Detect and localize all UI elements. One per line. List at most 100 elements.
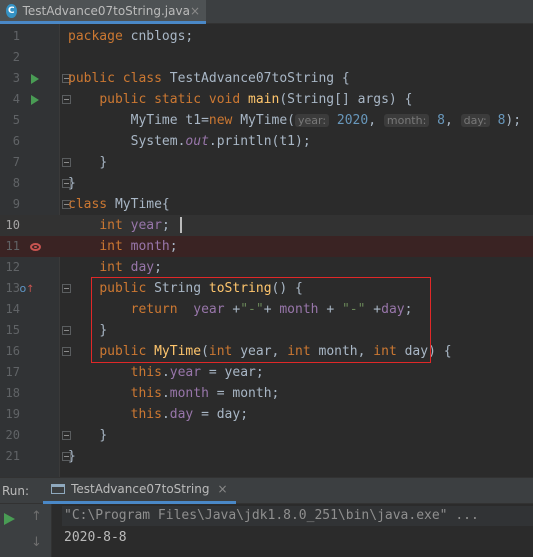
line-number: 2 <box>12 50 20 64</box>
code-token: . <box>161 365 170 380</box>
run-label: Run: <box>2 483 30 498</box>
close-run-tab-icon[interactable]: × <box>217 482 227 496</box>
code-line-21: 21 } <box>0 446 533 467</box>
param-hint: day: <box>460 114 490 127</box>
code-line-3: 3 public class TestAdvance07toString { <box>0 68 533 89</box>
editor-tab-bar: C TestAdvance07toString.java × <box>0 0 533 24</box>
code-line-10: 10 int year; <box>0 215 533 236</box>
console-panel: ↑ ↓ "C:\Program Files\Java\jdk1.8.0_251\… <box>0 504 533 557</box>
file-tab[interactable]: C TestAdvance07toString.java × <box>0 0 206 24</box>
code-line-20: 20 } <box>0 425 533 446</box>
arrow-down-icon[interactable]: ↓ <box>31 535 42 550</box>
console-toolbar: ↑ ↓ <box>0 504 52 557</box>
line-number: 10 <box>5 218 20 232</box>
code-editor[interactable]: 1 package cnblogs; 2 3 public class Test… <box>0 24 533 477</box>
line-number: 17 <box>5 365 20 379</box>
code-token: , <box>444 113 461 128</box>
code-token: class <box>68 197 108 212</box>
line-number: 21 <box>5 449 20 463</box>
code-token: this <box>130 365 162 380</box>
line-number: 18 <box>5 386 20 400</box>
code-token: month <box>130 239 170 254</box>
code-token: main <box>248 92 280 107</box>
line-number: 14 <box>5 302 20 316</box>
param-hint: month: <box>383 114 430 127</box>
code-token: day <box>130 260 155 275</box>
code-token: MyTime( <box>232 113 296 128</box>
line-number: 4 <box>12 92 20 106</box>
arrow-up-icon[interactable]: ↑ <box>31 509 42 524</box>
code-token: .println(t1); <box>208 134 311 149</box>
console-icon <box>51 484 66 494</box>
code-token: package <box>68 29 123 44</box>
run-config-tab[interactable]: TestAdvance07toString × <box>43 477 236 504</box>
code-line-17: 17 this.year = year; <box>0 362 533 383</box>
code-line-1: 1 package cnblogs; <box>0 26 533 47</box>
breakpoint-icon[interactable] <box>28 236 42 257</box>
code-token: . <box>161 386 170 401</box>
run-tool-window-header: Run: TestAdvance07toString × <box>0 477 533 504</box>
line-number: 3 <box>12 71 20 85</box>
line-number: 8 <box>12 176 20 190</box>
line-number: 13 <box>5 281 20 295</box>
line-number: 11 <box>5 239 20 253</box>
code-line-18: 18 this.month = month; <box>0 383 533 404</box>
code-line-8: 8 } <box>0 173 533 194</box>
rerun-icon[interactable] <box>4 513 15 525</box>
code-token: out <box>185 134 209 149</box>
file-tab-title: TestAdvance07toString.java <box>22 3 190 18</box>
line-number: 1 <box>12 29 20 43</box>
code-token: ); <box>505 113 522 128</box>
code-token: int <box>99 260 123 275</box>
code-token: (String[] args) { <box>279 92 413 107</box>
code-token: public static void <box>99 92 241 107</box>
line-number: 9 <box>12 197 20 211</box>
line-number: 15 <box>5 323 20 337</box>
code-line-12: 12 int day; <box>0 257 533 278</box>
code-token: year <box>169 365 202 380</box>
run-config-tab-label: TestAdvance07toString <box>71 482 210 496</box>
console-output-line: 2020-8-8 <box>64 530 127 545</box>
code-line-19: 19 this.day = day; <box>0 404 533 425</box>
code-token: public class <box>68 71 162 86</box>
code-token: } <box>68 449 76 464</box>
run-icon[interactable] <box>28 89 42 110</box>
code-token: = day; <box>193 407 249 422</box>
code-line-7: 7 } <box>0 152 533 173</box>
param-hint: year: <box>295 114 330 127</box>
java-class-icon: C <box>6 3 17 18</box>
code-token: ; <box>161 218 170 233</box>
code-token: } <box>99 155 108 170</box>
code-token: this <box>130 386 162 401</box>
line-number: 7 <box>12 155 20 169</box>
code-token: new <box>208 113 233 128</box>
console-command-line[interactable]: "C:\Program Files\Java\jdk1.8.0_251\bin\… <box>62 506 533 526</box>
code-line-11: 11 int month; <box>0 236 533 257</box>
code-token: month <box>169 386 209 401</box>
code-token: MyTime t1= <box>130 113 209 128</box>
close-tab-icon[interactable]: × <box>190 4 200 18</box>
code-token: int <box>99 218 123 233</box>
text-caret <box>180 217 182 233</box>
code-token: cnblogs; <box>122 29 194 44</box>
code-token: . <box>161 407 170 422</box>
code-token: = month; <box>208 386 280 401</box>
highlight-box <box>91 277 431 363</box>
code-token: 2020 <box>336 113 369 128</box>
line-number: 19 <box>5 407 20 421</box>
line-number: 20 <box>5 428 20 442</box>
code-token: ; <box>169 239 178 254</box>
code-line-6: 6 System.out.println(t1); <box>0 131 533 152</box>
code-token: 8 <box>437 113 445 128</box>
code-token: } <box>68 176 76 191</box>
code-token: MyTime{ <box>107 197 170 212</box>
line-number: 5 <box>12 113 20 127</box>
override-icon[interactable]: o↑ <box>19 278 38 299</box>
code-token: day <box>169 407 194 422</box>
line-number: 12 <box>5 260 20 274</box>
code-token: year <box>130 218 162 233</box>
code-token: int <box>99 239 123 254</box>
code-line-9: 9 class MyTime{ <box>0 194 533 215</box>
run-icon[interactable] <box>28 68 42 89</box>
code-line-4: 4 public static void main(String[] args)… <box>0 89 533 110</box>
